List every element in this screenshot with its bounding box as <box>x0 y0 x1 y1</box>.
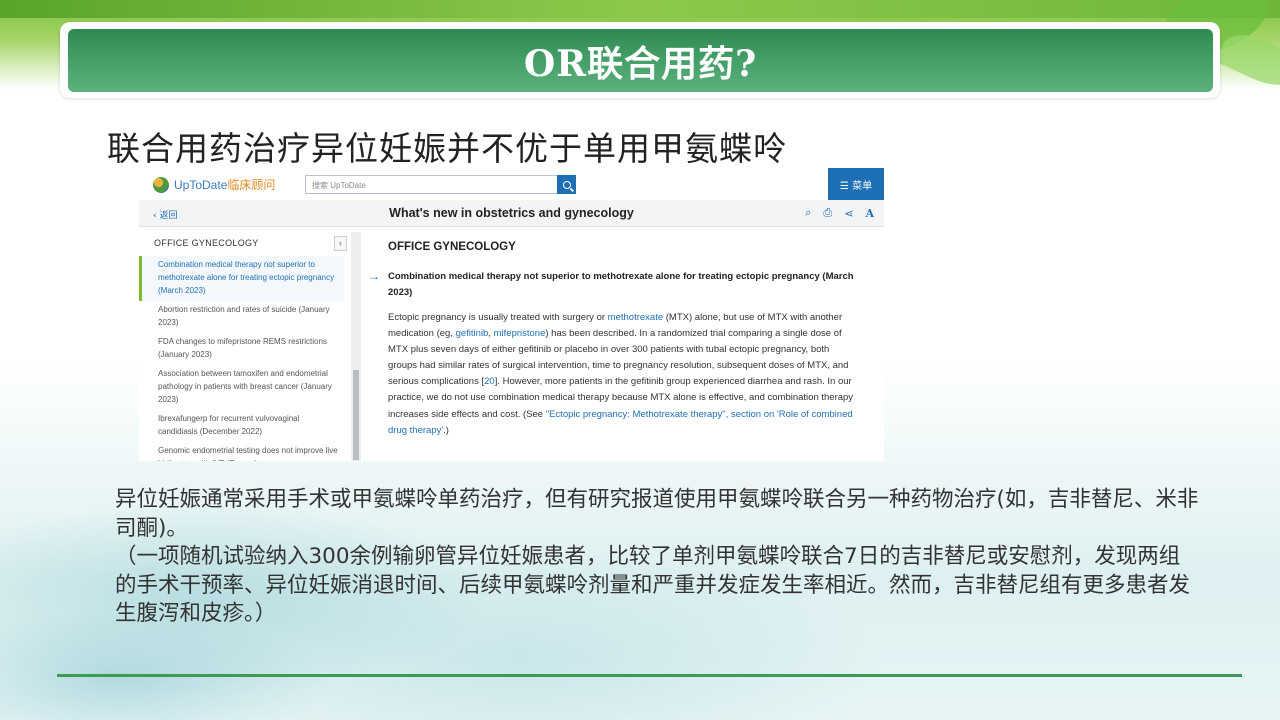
section-heading: OFFICE GYNECOLOGY <box>388 241 516 253</box>
uptodate-header: UpToDate临床顾问 搜索 UpToDate ☰ 菜单 <box>139 168 884 200</box>
scrollbar-thumb[interactable] <box>353 370 359 460</box>
globe-icon <box>153 176 169 193</box>
search-in-page-icon[interactable]: ⌕ <box>805 206 811 220</box>
slide-body-text: 异位妊娠通常采用手术或甲氨蝶呤单药治疗，但有研究报道使用甲氨蝶呤联合另一种药物治… <box>115 486 1200 629</box>
header-background-strip <box>0 0 1280 18</box>
uptodate-screenshot: UpToDate临床顾问 搜索 UpToDate ☰ 菜单 ‹ 返回 What'… <box>139 168 884 461</box>
drug-link-mifepristone[interactable]: mifepristone <box>494 328 546 339</box>
sidebar-list: Combination medical therapy not superior… <box>139 256 351 461</box>
sidebar-heading: OFFICE GYNECOLOGY <box>154 238 259 248</box>
sidebar-scrollbar[interactable] <box>351 232 361 461</box>
item-body: Ectopic pregnancy is usually treated wit… <box>388 310 858 439</box>
topic-toolbar: ‹ 返回 What's new in obstetrics and gyneco… <box>139 200 884 227</box>
search-icon <box>562 180 571 189</box>
uptodate-logo[interactable]: UpToDate临床顾问 <box>153 176 275 193</box>
footer-divider <box>57 674 1242 677</box>
sidebar-item[interactable]: FDA changes to mifepristone REMS restric… <box>139 333 344 365</box>
sidebar-item[interactable]: Association between tamoxifen and endome… <box>139 365 344 410</box>
topic-tools: ⌕ ⎙ ⋖ A <box>805 206 874 220</box>
reference-link[interactable]: 20 <box>484 376 495 387</box>
sidebar-item-active[interactable]: Combination medical therapy not superior… <box>139 256 344 301</box>
sidebar-item[interactable]: Ibrexafungerp for recurrent vulvovaginal… <box>139 410 344 442</box>
title-bar: OR联合用药? <box>68 29 1213 92</box>
menu-button[interactable]: ☰ 菜单 <box>828 168 884 200</box>
slide-title: OR联合用药? <box>523 42 758 85</box>
print-icon[interactable]: ⎙ <box>823 206 832 220</box>
topic-content: OFFICE GYNECOLOGY → Combination medical … <box>368 232 878 461</box>
body-paragraph: 异位妊娠通常采用手术或甲氨蝶呤单药治疗，但有研究报道使用甲氨蝶呤联合另一种药物治… <box>115 487 1199 541</box>
search-button[interactable] <box>557 175 576 194</box>
drug-link-methotrexate[interactable]: methotrexate <box>608 312 663 323</box>
body-text: .) <box>443 424 449 436</box>
logo-text: UpToDate临床顾问 <box>174 178 276 192</box>
body-text: Ectopic pregnancy is usually treated wit… <box>388 312 608 323</box>
outline-sidebar: OFFICE GYNECOLOGY ‹ Combination medical … <box>139 232 351 461</box>
share-icon[interactable]: ⋖ <box>844 207 853 220</box>
slide-subtitle: 联合用药治疗异位妊娠并不优于单用甲氨蝶呤 <box>107 129 787 168</box>
arrow-right-icon: → <box>368 269 380 283</box>
drug-link-gefitinib[interactable]: gefitinib <box>456 328 489 339</box>
item-title: Combination medical therapy not superior… <box>388 271 854 298</box>
body-paragraph: （一项随机试验纳入300余例输卵管异位妊娠患者，比较了单剂甲氨蝶呤联合7日的吉非… <box>115 544 1191 626</box>
sidebar-collapse-button[interactable]: ‹ <box>334 236 347 251</box>
sidebar-item[interactable]: Abortion restriction and rates of suicid… <box>139 301 344 333</box>
sidebar-item[interactable]: Genomic endometrial testing does not imp… <box>139 442 344 461</box>
topic-title: What's new in obstetrics and gynecology <box>389 206 634 220</box>
font-size-icon[interactable]: A <box>865 207 874 220</box>
search-input[interactable]: 搜索 UpToDate <box>305 175 558 194</box>
